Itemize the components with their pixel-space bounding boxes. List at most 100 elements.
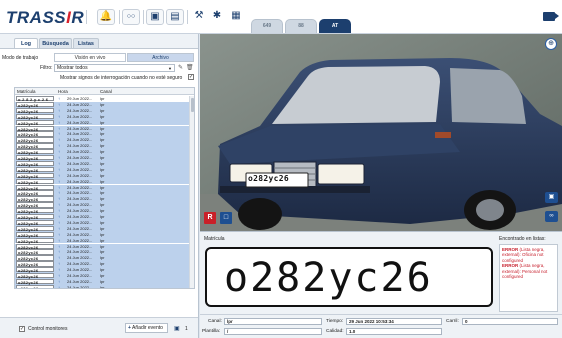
trassir-logo: TRASSIR bbox=[6, 8, 85, 27]
archive-icon[interactable]: ▣ bbox=[545, 192, 558, 203]
filter-select[interactable]: Mostrar todos ▼ bbox=[54, 64, 175, 72]
layout-icon[interactable]: ▤ bbox=[166, 9, 184, 25]
table-row[interactable]: o282yc26 ↑ 24 Jun 2022... lpr bbox=[15, 284, 190, 289]
row-plate: o282yc26 bbox=[16, 143, 54, 149]
chart-icon[interactable]: ▦ bbox=[227, 9, 245, 25]
carril-field: 0 bbox=[462, 318, 558, 325]
tab-workspace-649[interactable]: 649 bbox=[251, 19, 283, 33]
wrench-icon[interactable]: ⚒ bbox=[190, 9, 208, 25]
database-icon: ▣ bbox=[174, 326, 180, 332]
video-view[interactable]: o282yc26 ⊕ ▣ ∞ R □ bbox=[200, 34, 562, 231]
row-plate: o282yc26 bbox=[16, 273, 54, 279]
calidad-field: 1.0 bbox=[346, 328, 442, 335]
header-hora[interactable]: Hora bbox=[58, 88, 68, 95]
plus-icon: + bbox=[128, 325, 131, 331]
error-tag: ERROR bbox=[502, 263, 519, 269]
carril-label: Carril: bbox=[446, 319, 459, 324]
error-tag: ERROR bbox=[502, 247, 519, 252]
row-plate: o282yc26 bbox=[16, 214, 54, 220]
row-plate: o282yc26 bbox=[16, 184, 54, 191]
row-plate: o282yc26 bbox=[16, 125, 54, 132]
direction-arrow-icon: ↑ bbox=[58, 284, 60, 289]
recognition-panel: Matrícula o282yc26 Encontrado en listas:… bbox=[200, 231, 562, 314]
row-plate: o282yc26 bbox=[16, 249, 54, 255]
filter-label: Filtro: bbox=[40, 65, 53, 71]
log-panel: Modo de trabajo Visión en vivo Archivo F… bbox=[0, 48, 198, 338]
puzzle-icon[interactable]: ✱ bbox=[208, 9, 226, 25]
table-scrollbar[interactable] bbox=[189, 96, 194, 288]
row-time: 24 Jun 2022... bbox=[67, 284, 93, 289]
left-bottom-bar: ✓ Control monitores + Añadir evento ▣ 1 bbox=[0, 317, 198, 338]
row-plate: o282yc26 bbox=[16, 202, 54, 208]
list-error-2: ERROR (Lista negra, external): Personal … bbox=[502, 263, 556, 279]
question-marks-checkbox[interactable]: ✓ bbox=[188, 74, 194, 80]
recognized-plate: o282yc26 bbox=[205, 247, 493, 307]
matricula-label: Matrícula bbox=[204, 236, 225, 242]
tab-listas[interactable]: Listas bbox=[73, 38, 99, 48]
row-plate: o282yc26 bbox=[16, 160, 54, 167]
toolbar-separator bbox=[119, 10, 120, 24]
monitor-icon[interactable]: ▣ bbox=[146, 9, 164, 25]
row-plate: o282yc26 bbox=[16, 208, 54, 214]
plantilla-label: Plantilla: bbox=[202, 329, 221, 334]
row-plate: o282yc26 bbox=[16, 178, 54, 185]
fit-screen-icon[interactable]: □ bbox=[220, 212, 232, 224]
plantilla-field: / bbox=[224, 328, 322, 335]
lists-results: ERROR (Lista negra, external): Oficina n… bbox=[499, 244, 558, 312]
toolbar-separator bbox=[143, 10, 144, 24]
car-image bbox=[200, 34, 562, 231]
lists-label: Encontrado en listas: bbox=[499, 236, 546, 242]
left-panel: Log Búsqueda Listas Modo de trabajo Visi… bbox=[0, 34, 199, 338]
row-plate: o 2 8 2 y c 2 6 bbox=[16, 96, 54, 102]
tiempo-label: Tiempo: bbox=[326, 319, 344, 324]
row-plate: o282yc26 bbox=[16, 267, 54, 273]
toolbar-separator bbox=[86, 10, 87, 24]
tab-workspace-88[interactable]: 88 bbox=[285, 19, 317, 33]
tab-log[interactable]: Log bbox=[14, 38, 38, 48]
row-plate: o282yc26 bbox=[16, 196, 54, 202]
tab-workspace-at[interactable]: AT bbox=[319, 19, 351, 33]
row-plate: o282yc26 bbox=[16, 101, 54, 108]
bell-icon[interactable]: 🔔 bbox=[97, 9, 115, 25]
row-plate: o282yc26 bbox=[16, 166, 54, 173]
add-event-button[interactable]: + Añadir evento bbox=[125, 323, 168, 333]
link-icon[interactable]: ∞ bbox=[545, 211, 558, 222]
row-plate: o282yc26 bbox=[16, 284, 54, 288]
tiempo-field: 29 Jun 2022 10:53:34 bbox=[346, 318, 442, 325]
trash-icon[interactable]: 🗑 bbox=[186, 64, 194, 71]
header-matricula[interactable]: Matrícula bbox=[17, 88, 36, 95]
link-icon[interactable]: ○○ bbox=[122, 9, 140, 25]
camera-icon[interactable] bbox=[543, 12, 559, 21]
row-plate: o282yc26 bbox=[16, 190, 54, 196]
row-plate: o282yc26 bbox=[16, 149, 54, 155]
toolbar-separator bbox=[187, 10, 188, 24]
row-plate: o282yc26 bbox=[16, 243, 54, 250]
details-panel: Canal: lpr Tiempo: 29 Jun 2022 10:53:34 … bbox=[200, 314, 562, 338]
pencil-icon[interactable]: ✎ bbox=[178, 64, 183, 71]
record-button[interactable]: R bbox=[204, 212, 216, 224]
archive-mode-button[interactable]: Archivo bbox=[127, 53, 194, 62]
row-channel: lpr bbox=[100, 284, 105, 289]
chevron-down-icon: ▼ bbox=[168, 66, 172, 71]
header-canal[interactable]: Canal bbox=[100, 88, 112, 95]
row-plate: o282yc26 bbox=[16, 119, 54, 126]
row-plate: o282yc26 bbox=[16, 137, 54, 143]
zoom-icon[interactable]: ⊕ bbox=[545, 38, 557, 50]
row-plate: o282yc26 bbox=[16, 107, 54, 114]
control-monitors-checkbox[interactable]: ✓ bbox=[19, 326, 25, 332]
scrollbar-thumb[interactable] bbox=[191, 98, 194, 112]
list-error-1: ERROR (Lista negra, external): Oficina n… bbox=[502, 247, 556, 263]
row-plate: o282yc26 bbox=[16, 172, 54, 179]
table-header: Matrícula Hora Canal bbox=[15, 88, 194, 95]
tab-busqueda[interactable]: Búsqueda bbox=[39, 38, 72, 48]
work-mode-label: Modo de trabajo bbox=[2, 55, 39, 61]
live-mode-button[interactable]: Visión en vivo bbox=[54, 53, 126, 62]
recognized-plate-text: o282yc26 bbox=[224, 255, 433, 301]
row-plate: o282yc26 bbox=[16, 225, 54, 232]
row-plate: o282yc26 bbox=[16, 261, 54, 267]
calidad-label: Calidad: bbox=[326, 329, 344, 334]
filter-select-value: Mostrar todos bbox=[57, 65, 88, 71]
control-monitors-label: Control monitores bbox=[28, 326, 68, 332]
row-plate: o282yc26 bbox=[16, 231, 54, 238]
row-plate: o282yc26 bbox=[16, 155, 54, 161]
